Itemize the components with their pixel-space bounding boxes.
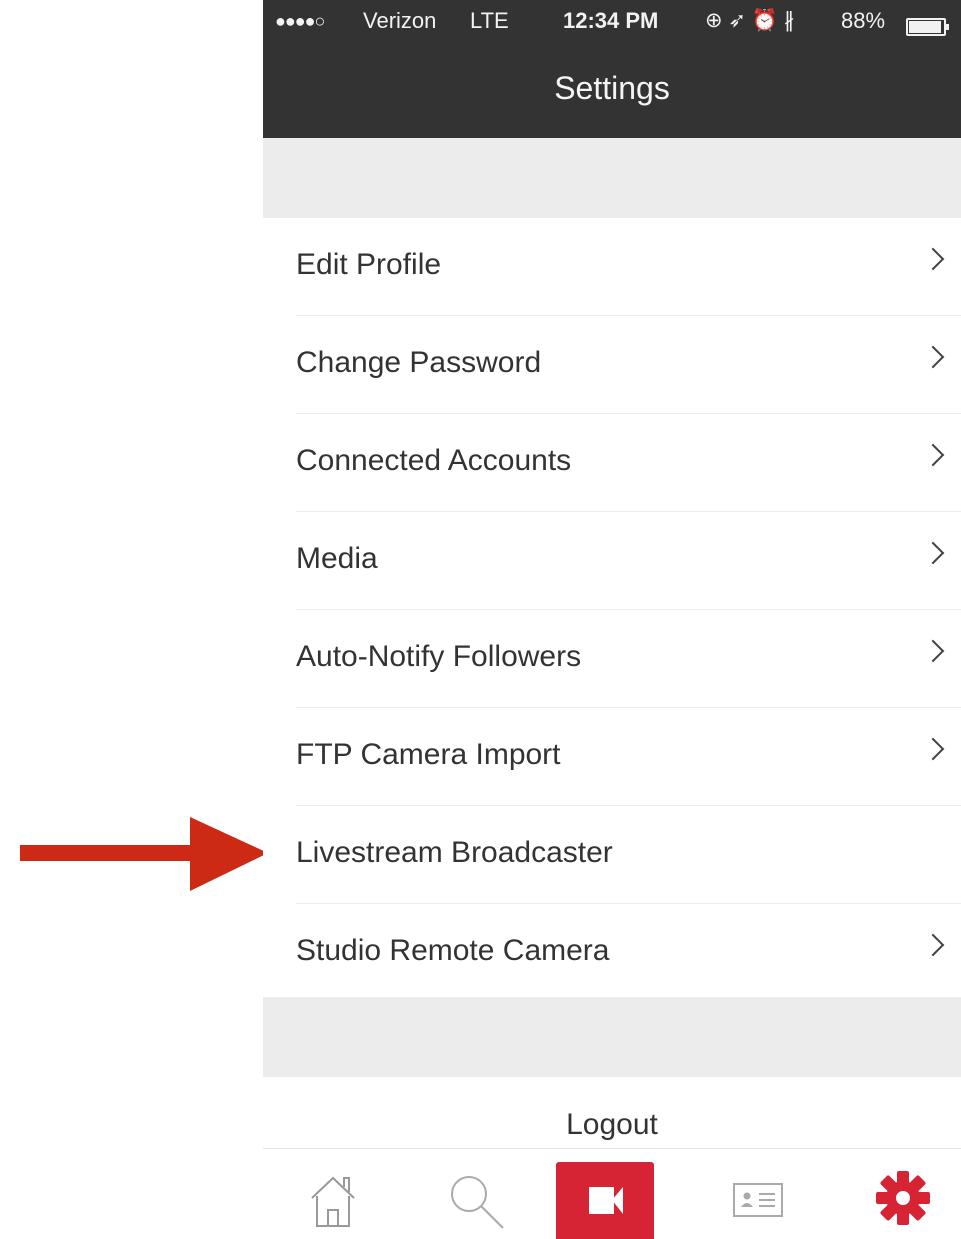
chevron-right-icon bbox=[921, 247, 945, 271]
menu-item-label: Connected Accounts bbox=[296, 444, 572, 477]
phone-screen: ●●●●○ Verizon LTE 12:34 PM ⊕ ➶ ⏰ ∦ 88% S… bbox=[263, 0, 961, 1239]
network-type: LTE bbox=[470, 8, 509, 33]
chevron-right-icon bbox=[921, 933, 945, 957]
menu-item-edit-profile[interactable]: Edit Profile bbox=[263, 218, 961, 316]
tab-home[interactable] bbox=[306, 1172, 360, 1239]
menu-item-label: FTP Camera Import bbox=[296, 738, 561, 771]
menu-item-label: Change Password bbox=[296, 346, 542, 379]
tab-record[interactable] bbox=[556, 1162, 654, 1239]
section-spacer bbox=[263, 997, 961, 1077]
page-title: Settings bbox=[554, 70, 670, 106]
signal-strength-icon: ●●●●○ bbox=[275, 11, 325, 31]
menu-item-change-password[interactable]: Change Password bbox=[263, 316, 961, 414]
tab-settings[interactable] bbox=[875, 1170, 931, 1239]
menu-item-label: Media bbox=[296, 542, 378, 575]
chevron-right-icon bbox=[921, 737, 945, 761]
video-camera-icon bbox=[589, 1187, 623, 1214]
menu-item-label: Edit Profile bbox=[296, 248, 442, 281]
gear-icon bbox=[876, 1171, 930, 1225]
chevron-right-icon bbox=[921, 639, 945, 663]
chevron-right-icon bbox=[921, 541, 945, 565]
profile-card-icon bbox=[733, 1183, 783, 1217]
menu-item-ftp-camera-import[interactable]: FTP Camera Import bbox=[263, 708, 961, 806]
battery-icon bbox=[906, 18, 949, 36]
status-icons: ⊕ ➶ ⏰ ∦ bbox=[705, 9, 795, 32]
menu-item-livestream-broadcaster[interactable]: Livestream Broadcaster bbox=[263, 806, 961, 904]
arrow-right-icon bbox=[20, 817, 268, 891]
tab-profile[interactable] bbox=[733, 1183, 783, 1239]
menu-item-auto-notify-followers[interactable]: Auto-Notify Followers bbox=[263, 610, 961, 708]
logout-button[interactable]: Logout bbox=[263, 1108, 961, 1142]
tab-bar-divider bbox=[263, 1148, 961, 1149]
menu-item-label: Livestream Broadcaster bbox=[296, 836, 613, 869]
tab-search[interactable] bbox=[447, 1174, 507, 1239]
menu-item-label: Studio Remote Camera bbox=[296, 934, 610, 967]
status-bar: ●●●●○ Verizon LTE 12:34 PM ⊕ ➶ ⏰ ∦ 88% bbox=[263, 6, 961, 38]
chevron-right-icon bbox=[921, 345, 945, 369]
menu-item-connected-accounts[interactable]: Connected Accounts bbox=[263, 414, 961, 512]
settings-menu: Edit Profile Change Password Connected A… bbox=[263, 218, 961, 1002]
chevron-right-icon bbox=[921, 443, 945, 467]
menu-item-studio-remote-camera[interactable]: Studio Remote Camera bbox=[263, 904, 961, 1002]
battery-percentage: 88% bbox=[841, 8, 886, 33]
carrier-name: Verizon bbox=[363, 8, 437, 33]
home-icon bbox=[311, 1176, 355, 1227]
menu-item-label: Auto-Notify Followers bbox=[296, 640, 582, 673]
search-icon bbox=[451, 1176, 504, 1229]
menu-item-media[interactable]: Media bbox=[263, 512, 961, 610]
section-spacer bbox=[263, 138, 961, 218]
navigation-bar: ●●●●○ Verizon LTE 12:34 PM ⊕ ➶ ⏰ ∦ 88% S… bbox=[263, 0, 961, 138]
status-time: 12:34 PM bbox=[563, 8, 659, 33]
